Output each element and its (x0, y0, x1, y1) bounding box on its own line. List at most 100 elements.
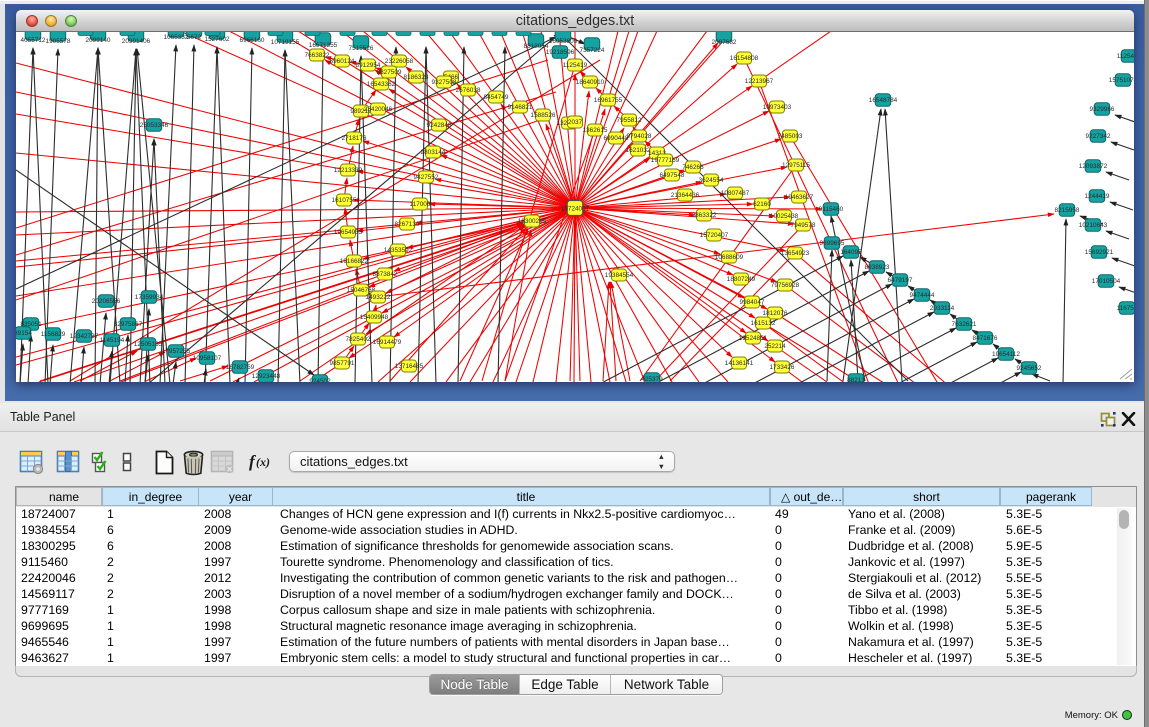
svg-text:23420046: 23420046 (364, 106, 393, 113)
svg-text:1905578: 1905578 (46, 38, 71, 45)
svg-text:8454749: 8454749 (484, 94, 509, 101)
svg-text:9327508: 9327508 (432, 79, 457, 86)
svg-text:9827509: 9827509 (377, 69, 402, 76)
svg-text:7515526: 7515526 (349, 45, 374, 52)
svg-text:(x): (x) (256, 455, 270, 469)
svg-text:16671355: 16671355 (309, 42, 338, 49)
svg-text:10688609: 10688609 (715, 254, 744, 261)
svg-text:9146821: 9146821 (508, 104, 533, 111)
svg-text:9984047: 9984047 (740, 299, 765, 306)
svg-text:4055712: 4055712 (21, 37, 46, 44)
svg-text:1244419: 1244419 (1085, 193, 1110, 200)
svg-text:12342737: 12342737 (70, 333, 99, 340)
svg-text:16782759: 16782759 (226, 364, 255, 371)
svg-text:10973403: 10973403 (763, 104, 792, 111)
svg-text:12505135: 12505135 (134, 341, 163, 348)
svg-text:1362615: 1362615 (583, 127, 608, 134)
svg-text:16053809: 16053809 (549, 38, 578, 45)
svg-text:8267130: 8267130 (395, 221, 420, 228)
svg-text:16548784: 16548784 (869, 97, 898, 104)
svg-text:8912954: 8912954 (356, 62, 381, 69)
svg-text:7632621: 7632621 (952, 321, 977, 328)
svg-text:23226058: 23226058 (385, 58, 414, 65)
svg-text:62160: 62160 (753, 201, 771, 208)
svg-text:16154808: 16154808 (730, 55, 759, 62)
svg-text:88213: 88213 (847, 377, 865, 382)
svg-text:2087682: 2087682 (712, 39, 737, 46)
svg-text:1156829: 1156829 (41, 331, 66, 338)
svg-text:9794028: 9794028 (627, 133, 652, 140)
svg-text:6497548: 6497548 (660, 172, 685, 179)
svg-text:13716485: 13716485 (395, 363, 424, 370)
svg-text:9227342: 9227342 (1086, 133, 1111, 140)
svg-text:17957255: 17957255 (162, 348, 191, 355)
svg-text:10807487: 10807487 (721, 190, 750, 197)
svg-text:3624554: 3624554 (699, 177, 724, 184)
svg-text:7357224: 7357224 (580, 47, 605, 54)
svg-text:2676038: 2676038 (456, 87, 481, 94)
svg-text:1615132: 1615132 (751, 320, 776, 327)
svg-text:15720407: 15720407 (700, 232, 729, 239)
svg-text:8938923: 8938923 (865, 264, 890, 271)
svg-text:6479197: 6479197 (888, 277, 913, 284)
svg-text:20206556: 20206556 (92, 298, 121, 305)
svg-text:12213967: 12213967 (745, 78, 774, 85)
svg-text:15751074: 15751074 (1109, 77, 1134, 84)
svg-text:1621032: 1621032 (626, 147, 651, 154)
svg-text:16914479: 16914479 (373, 339, 402, 346)
svg-text:19654933: 19654933 (334, 229, 363, 236)
svg-text:1812076: 1812076 (763, 310, 788, 317)
svg-text:19166822: 19166822 (340, 258, 369, 265)
svg-text:9329966: 9329966 (1090, 106, 1115, 113)
svg-text:19777169: 19777169 (651, 157, 680, 164)
svg-text:15409948: 15409948 (360, 314, 389, 321)
svg-text:924502: 924502 (309, 378, 331, 382)
svg-text:9242848: 9242848 (427, 122, 452, 129)
svg-text:252214: 252214 (764, 343, 786, 350)
svg-text:17010504: 17010504 (1092, 278, 1121, 285)
svg-text:6966160: 6966160 (240, 37, 265, 44)
svg-text:15692921: 15692921 (1085, 249, 1114, 256)
svg-text:7485003: 7485003 (778, 133, 803, 140)
svg-text:7825402: 7825402 (346, 336, 371, 343)
svg-text:10025438: 10025438 (770, 213, 799, 220)
svg-text:10958107: 10958107 (193, 355, 222, 362)
svg-text:18807249: 18807249 (727, 276, 756, 283)
svg-text:1733426: 1733426 (770, 364, 795, 371)
svg-text:16961755: 16961755 (594, 97, 623, 104)
svg-text:18300295: 18300295 (518, 218, 547, 225)
svg-text:117006: 117006 (410, 201, 431, 208)
svg-text:8960124: 8960124 (330, 58, 355, 65)
svg-text:9474444: 9474444 (910, 292, 935, 299)
svg-text:16543362: 16543362 (367, 81, 396, 88)
svg-text:8873842: 8873842 (373, 271, 398, 278)
svg-text:1588526: 1588526 (531, 112, 556, 119)
svg-text:2803144: 2803144 (421, 149, 446, 156)
svg-text:1527602: 1527602 (205, 36, 230, 43)
svg-text:1125419: 1125419 (1117, 53, 1134, 60)
svg-text:8471676: 8471676 (973, 335, 998, 342)
svg-text:79756928: 79756928 (771, 282, 800, 289)
svg-text:17359934: 17359934 (135, 294, 164, 301)
svg-text:7949578: 7949578 (791, 222, 816, 229)
svg-text:116753: 116753 (1117, 305, 1134, 312)
svg-text:7955812: 7955812 (617, 117, 642, 124)
svg-text:32975867: 32975867 (114, 321, 143, 328)
svg-text:1065332: 1065332 (164, 34, 189, 41)
svg-text:9857791: 9857791 (330, 360, 355, 367)
svg-text:19384554: 19384554 (605, 272, 634, 279)
svg-text:13524851: 13524851 (739, 335, 768, 342)
svg-text:1493222: 1493222 (366, 294, 391, 301)
svg-text:2099140: 2099140 (86, 37, 111, 44)
svg-text:25053346: 25053346 (140, 122, 169, 129)
svg-text:19218596: 19218596 (546, 49, 575, 56)
svg-text:13654923: 13654923 (781, 250, 810, 257)
svg-text:19463627: 19463627 (785, 194, 814, 201)
svg-text:1610755: 1610755 (332, 197, 357, 204)
svg-text:18724007: 18724007 (561, 205, 590, 212)
svg-text:9427552: 9427552 (414, 174, 439, 181)
svg-text:12923448: 12923448 (252, 373, 281, 380)
svg-text:12975115: 12975115 (782, 162, 810, 169)
svg-text:14353592: 14353592 (384, 247, 413, 254)
svg-text:2718176: 2718176 (342, 135, 367, 142)
